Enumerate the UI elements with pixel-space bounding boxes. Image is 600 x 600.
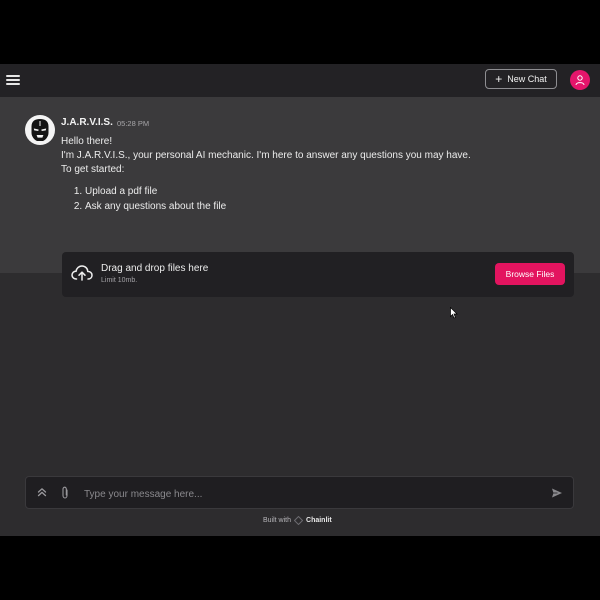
chainlit-link[interactable]: Chainlit xyxy=(306,517,332,524)
dropzone-limit: Limit 10mb. xyxy=(101,277,138,284)
dropzone-title: Drag and drop files here xyxy=(101,263,209,274)
step-item: Upload a pdf file xyxy=(85,185,561,200)
new-chat-label: New Chat xyxy=(507,74,547,84)
new-chat-button[interactable]: + New Chat xyxy=(485,69,557,89)
assistant-avatar xyxy=(25,115,55,145)
app-window: + New Chat Drag and drop files here Limi… xyxy=(0,64,600,536)
plus-icon: + xyxy=(495,72,503,86)
message-composer xyxy=(25,476,574,509)
step-item: Ask any questions about the file xyxy=(85,200,561,215)
user-avatar-button[interactable] xyxy=(570,70,590,90)
file-dropzone[interactable]: Drag and drop files here Limit 10mb. Bro… xyxy=(62,252,574,297)
iron-man-icon xyxy=(31,119,49,141)
steps-list: Upload a pdf file Ask any questions abou… xyxy=(61,185,561,214)
message-input[interactable] xyxy=(82,485,526,503)
top-bar: + New Chat xyxy=(0,64,600,98)
message-body: Hello there! I'm J.A.R.V.I.S., your pers… xyxy=(61,135,561,214)
message-line: Hello there! xyxy=(61,136,113,147)
browse-files-button[interactable]: Browse Files xyxy=(495,263,565,285)
message-line: I'm J.A.R.V.I.S., your personal AI mecha… xyxy=(61,150,471,161)
built-with-label: Built with xyxy=(263,517,292,524)
built-with-footer: Built with Chainlit xyxy=(263,516,332,525)
message-author: J.A.R.V.I.S. xyxy=(61,117,113,128)
chainlit-logo-icon xyxy=(294,516,304,525)
menu-icon[interactable] xyxy=(6,73,20,87)
message-line: To get started: xyxy=(61,164,125,175)
user-icon xyxy=(575,75,585,86)
message-timestamp: 05:28 PM xyxy=(117,119,150,128)
paperclip-icon[interactable] xyxy=(60,486,70,499)
upload-cloud-icon[interactable] xyxy=(71,265,93,281)
send-icon[interactable] xyxy=(551,487,563,499)
mouse-cursor-icon xyxy=(450,307,458,319)
chevrons-up-icon[interactable] xyxy=(37,487,47,497)
